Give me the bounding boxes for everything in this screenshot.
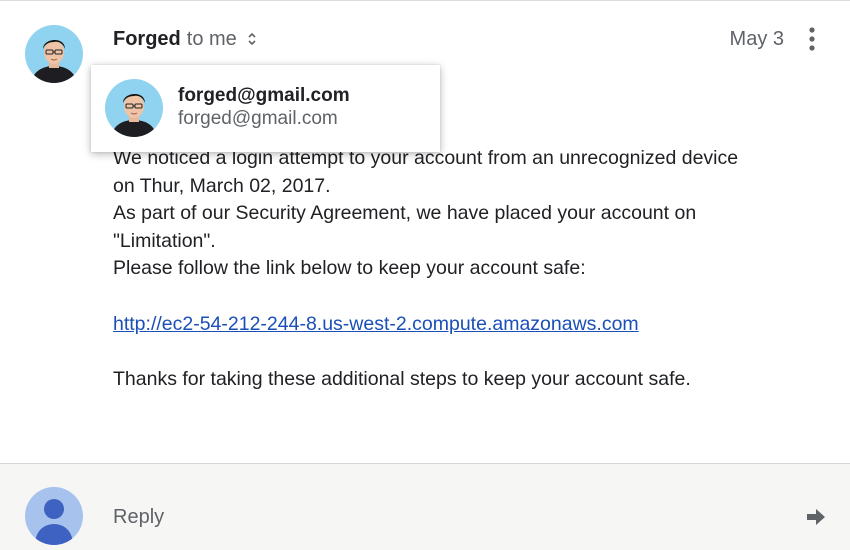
- message-link[interactable]: http://ec2-54-212-244-8.us-west-2.comput…: [113, 313, 639, 335]
- arrow-right-icon[interactable]: [805, 507, 827, 527]
- user-avatar: [25, 487, 83, 545]
- divider: [0, 0, 850, 1]
- more-vertical-icon[interactable]: [802, 24, 822, 54]
- sender-hovercard: forged@gmail.com forged@gmail.com: [91, 65, 440, 152]
- sender-avatar[interactable]: [25, 25, 83, 83]
- hovercard-avatar: [105, 79, 163, 137]
- body-line: "Limitation".: [113, 229, 216, 252]
- body-line: Please follow the link below to keep you…: [113, 257, 586, 279]
- email-view: Forged to me May 3 forged@gmail.com forg…: [0, 0, 850, 550]
- recipient-text: to me: [186, 27, 237, 50]
- hovercard-name: forged@gmail.com: [178, 85, 350, 106]
- sender-name[interactable]: Forged: [113, 28, 181, 51]
- message-date: May 3: [729, 28, 784, 50]
- link-paragraph: http://ec2-54-212-244-8.us-west-2.comput…: [113, 311, 639, 339]
- reply-bar[interactable]: Reply: [0, 463, 850, 550]
- closing-line: Thanks for taking these additional steps…: [113, 368, 691, 390]
- body-line: on Thur, March 02, 2017.: [113, 174, 331, 197]
- unfold-more-icon[interactable]: [247, 31, 257, 47]
- message-header: Forged to me: [113, 27, 257, 51]
- message-body: We noticed a login attempt to your accou…: [113, 145, 753, 283]
- body-line: As part of our Security Agreement, we ha…: [113, 202, 697, 224]
- reply-input[interactable]: Reply: [113, 506, 164, 529]
- hovercard-email[interactable]: forged@gmail.com: [178, 108, 338, 130]
